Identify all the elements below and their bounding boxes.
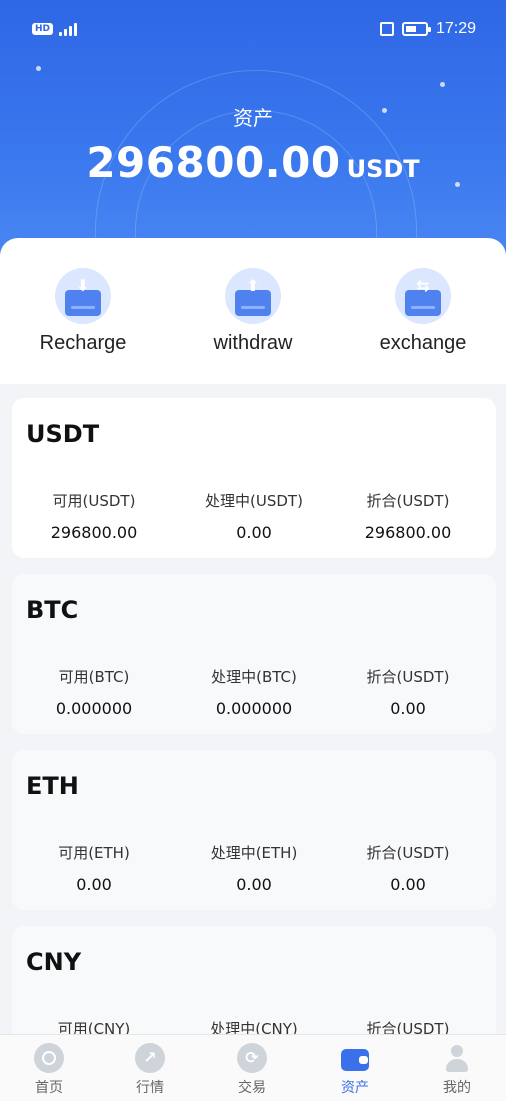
available-label: 可用(BTC) <box>58 668 130 686</box>
converted-label: 折合(USDT) <box>366 668 450 686</box>
assets-header: HD 17:29 资产 296800.00 USDT <box>0 0 506 260</box>
asset-card-eth[interactable]: ETH 可用(ETH) 0.00 处理中(ETH) 0.00 折合(USDT) … <box>12 750 496 910</box>
converted-label: 折合(USDT) <box>366 844 450 862</box>
available-col: 可用(USDT) 296800.00 <box>14 490 174 542</box>
available-value: 296800.00 <box>50 523 138 542</box>
bottom-tab-bar: 首页 行情 交易 资产 我的 <box>0 1034 506 1101</box>
tab-label: 行情 <box>136 1080 164 1096</box>
status-bar: HD 17:29 <box>0 0 506 58</box>
withdraw-button[interactable]: ⬆ withdraw <box>173 268 333 355</box>
asset-card-usdt[interactable]: USDT 可用(USDT) 296800.00 处理中(USDT) 0.00 折… <box>12 398 496 558</box>
tab-label: 资产 <box>341 1080 369 1096</box>
available-value: 0.000000 <box>55 699 133 718</box>
tab-assets[interactable]: 资产 <box>310 1043 400 1097</box>
processing-col: 处理中(BTC) 0.000000 <box>174 666 334 718</box>
converted-value: 0.00 <box>390 875 426 894</box>
tab-trade[interactable]: 交易 <box>207 1043 297 1097</box>
processing-label: 处理中(BTC) <box>211 668 297 686</box>
action-panel: ⬇ Recharge ⬆ withdraw ⇆ exchange <box>0 238 506 384</box>
battery-icon <box>401 22 431 36</box>
signal-icon <box>59 22 78 36</box>
tab-label: 首页 <box>35 1080 63 1096</box>
processing-col: 处理中(USDT) 0.00 <box>174 490 334 542</box>
trade-icon <box>237 1043 267 1073</box>
converted-col: 折合(USDT) 0.00 <box>328 666 488 718</box>
available-col: 可用(BTC) 0.000000 <box>14 666 174 718</box>
processing-value: 0.00 <box>236 523 272 542</box>
total-balance: 296800.00 USDT <box>0 138 506 187</box>
asset-name: CNY <box>26 948 82 976</box>
exchange-button[interactable]: ⇆ exchange <box>343 268 503 355</box>
processing-label: 处理中(USDT) <box>205 492 303 510</box>
exchange-label: exchange <box>379 332 467 354</box>
asset-name: USDT <box>26 420 100 448</box>
asset-card-btc[interactable]: BTC 可用(BTC) 0.000000 处理中(BTC) 0.000000 折… <box>12 574 496 734</box>
recharge-label: Recharge <box>39 332 127 354</box>
market-icon <box>135 1043 165 1073</box>
decor-dot <box>440 82 445 87</box>
tab-label: 我的 <box>443 1080 471 1096</box>
processing-value: 0.00 <box>236 875 272 894</box>
converted-value: 296800.00 <box>364 523 452 542</box>
total-amount: 296800.00 <box>86 138 341 187</box>
page-title: 资产 <box>233 106 273 130</box>
asset-name: ETH <box>26 772 79 800</box>
available-label: 可用(ETH) <box>58 844 130 862</box>
available-value: 0.00 <box>76 875 112 894</box>
upload-card-icon: ⬆ <box>225 268 281 324</box>
total-unit: USDT <box>346 155 420 183</box>
asset-name: BTC <box>26 596 79 624</box>
tab-market[interactable]: 行情 <box>105 1043 195 1097</box>
hd-badge: HD <box>32 23 54 35</box>
withdraw-label: withdraw <box>213 332 293 354</box>
vibrate-icon <box>379 22 394 36</box>
swap-card-icon: ⇆ <box>395 268 451 324</box>
processing-value: 0.000000 <box>215 699 293 718</box>
processing-label: 处理中(ETH) <box>210 844 298 862</box>
status-time: 17:29 <box>435 20 476 37</box>
user-icon <box>442 1043 472 1073</box>
converted-col: 折合(USDT) 0.00 <box>328 842 488 894</box>
tab-home[interactable]: 首页 <box>4 1043 94 1097</box>
converted-col: 折合(USDT) 296800.00 <box>328 490 488 542</box>
recharge-button[interactable]: ⬇ Recharge <box>3 268 163 355</box>
tab-profile[interactable]: 我的 <box>412 1043 502 1097</box>
home-icon <box>34 1043 64 1073</box>
download-card-icon: ⬇ <box>55 268 111 324</box>
available-label: 可用(USDT) <box>52 492 136 510</box>
tab-label: 交易 <box>238 1080 266 1096</box>
wallet-icon <box>340 1043 370 1073</box>
converted-label: 折合(USDT) <box>366 492 450 510</box>
processing-col: 处理中(ETH) 0.00 <box>174 842 334 894</box>
status-right: 17:29 <box>379 20 476 38</box>
decor-dot <box>36 66 41 71</box>
status-left: HD <box>32 22 78 36</box>
converted-value: 0.00 <box>390 699 426 718</box>
available-col: 可用(ETH) 0.00 <box>14 842 174 894</box>
